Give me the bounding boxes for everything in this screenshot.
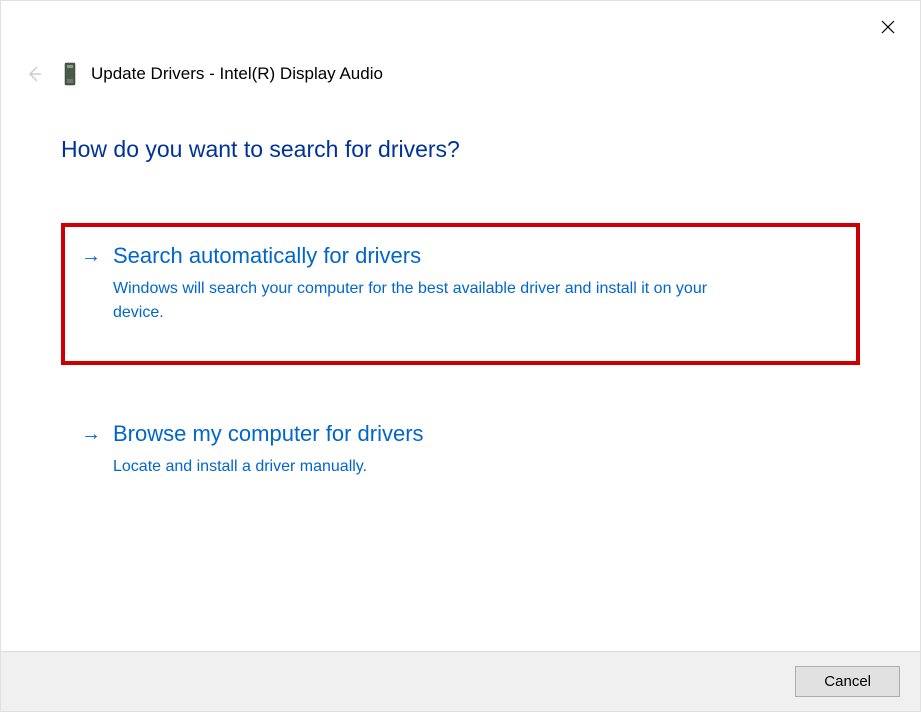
dialog-footer: Cancel xyxy=(1,651,920,711)
back-arrow-icon xyxy=(25,65,43,83)
dialog-header: Update Drivers - Intel(R) Display Audio xyxy=(61,61,383,87)
cancel-button[interactable]: Cancel xyxy=(795,666,900,697)
option-header: → Search automatically for drivers xyxy=(81,243,840,269)
device-icon xyxy=(61,61,79,87)
option-description: Windows will search your computer for th… xyxy=(113,277,753,325)
arrow-right-icon: → xyxy=(81,246,101,266)
option-header: → Browse my computer for drivers xyxy=(81,421,840,447)
arrow-right-icon: → xyxy=(81,424,101,444)
option-search-automatically[interactable]: → Search automatically for drivers Windo… xyxy=(61,223,860,365)
dialog-content: How do you want to search for drivers? →… xyxy=(61,136,860,543)
option-browse-computer[interactable]: → Browse my computer for drivers Locate … xyxy=(61,405,860,503)
back-button xyxy=(25,65,43,88)
close-button[interactable] xyxy=(876,15,900,39)
option-title: Search automatically for drivers xyxy=(113,243,421,269)
question-heading: How do you want to search for drivers? xyxy=(61,136,860,163)
option-title: Browse my computer for drivers xyxy=(113,421,424,447)
option-description: Locate and install a driver manually. xyxy=(113,455,753,479)
close-icon xyxy=(881,20,895,34)
dialog-title: Update Drivers - Intel(R) Display Audio xyxy=(91,64,383,84)
